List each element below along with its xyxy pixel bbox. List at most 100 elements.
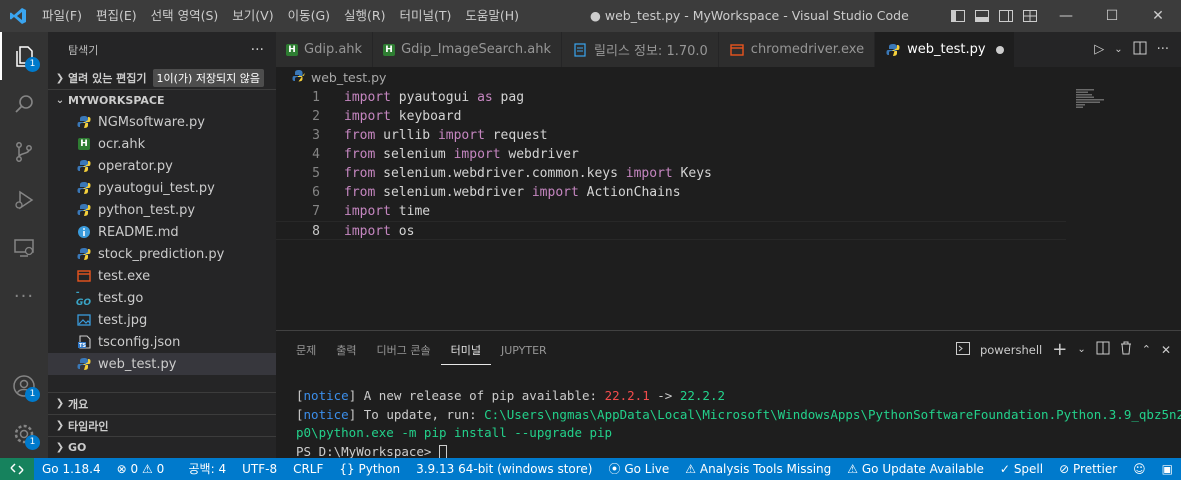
toggle-secondary-sidebar-icon[interactable] bbox=[998, 8, 1014, 24]
code-line[interactable]: 6 from selenium.webdriver import ActionCh… bbox=[276, 183, 1066, 202]
unsaved-dot-icon[interactable] bbox=[995, 45, 1004, 54]
code-keyword: import bbox=[453, 147, 501, 162]
code-line[interactable]: 4 from selenium import webdriver bbox=[276, 145, 1066, 164]
open-editors-section[interactable]: ❯ 열려 있는 편집기 1이(가) 저장되지 않음 bbox=[48, 67, 276, 89]
toggle-primary-sidebar-icon[interactable] bbox=[950, 8, 966, 24]
remote-indicator-icon[interactable] bbox=[0, 458, 34, 480]
section-timeline[interactable]: ❯ 타임라인 bbox=[48, 414, 276, 436]
code-keyword: import bbox=[344, 90, 391, 105]
panel-tab-terminal[interactable]: 터미널 bbox=[440, 337, 491, 365]
indentation[interactable]: 공백: 4 bbox=[181, 458, 235, 480]
code-keyword: import bbox=[437, 128, 485, 143]
file-item[interactable]: Hocr.ahk bbox=[48, 133, 276, 155]
remote-explorer-icon[interactable] bbox=[0, 224, 48, 272]
menu-file[interactable]: 파일(F) bbox=[35, 0, 89, 32]
run-python-file-icon[interactable]: ▷ bbox=[1094, 42, 1104, 57]
feedback-icon[interactable]: ☺ bbox=[1125, 458, 1154, 480]
python-interpreter[interactable]: 3.9.13 64-bit (windows store) bbox=[408, 458, 600, 480]
file-item[interactable]: NGMsoftware.py bbox=[48, 111, 276, 133]
file-item[interactable]: -GO test.go bbox=[48, 287, 276, 309]
tab-label: Gdip.ahk bbox=[304, 42, 363, 57]
code-line[interactable]: 8 import os bbox=[276, 221, 1066, 240]
customize-layout-icon[interactable] bbox=[1022, 8, 1038, 24]
close-icon[interactable]: ✕ bbox=[1135, 0, 1181, 32]
menu-view[interactable]: 보기(V) bbox=[225, 0, 280, 32]
terminal-shell-name[interactable]: powershell bbox=[980, 343, 1042, 357]
editor-more-icon[interactable]: ··· bbox=[1157, 42, 1169, 57]
maximize-panel-chevron-up-icon[interactable]: ⌃ bbox=[1142, 343, 1151, 356]
code-editor[interactable]: 1 import pyautogui as pag 2 import keyboard… bbox=[276, 87, 1181, 327]
line-number: 7 bbox=[312, 204, 320, 219]
file-item[interactable]: TS tsconfig.json bbox=[48, 331, 276, 353]
menu-run[interactable]: 실행(R) bbox=[337, 0, 392, 32]
go-live[interactable]: ⦿ Go Live bbox=[600, 458, 677, 480]
new-terminal-plus-icon[interactable]: + bbox=[1052, 339, 1067, 360]
split-terminal-icon[interactable] bbox=[1096, 341, 1110, 358]
code-line[interactable]: 1 import pyautogui as pag bbox=[276, 88, 1066, 107]
close-panel-icon[interactable]: ✕ bbox=[1161, 343, 1171, 357]
menu-go[interactable]: 이동(G) bbox=[281, 0, 337, 32]
code-line[interactable]: 7 import time bbox=[276, 202, 1066, 221]
panel-tab-output[interactable]: 출력 bbox=[326, 331, 366, 371]
spell-checker[interactable]: ✓ Spell bbox=[992, 458, 1051, 480]
code-line[interactable]: 2 import keyboard bbox=[276, 107, 1066, 126]
language-mode[interactable]: {} Python bbox=[331, 458, 408, 480]
file-item[interactable]: operator.py bbox=[48, 155, 276, 177]
tab-release-notes[interactable]: 릴리스 정보: 1.70.0 bbox=[562, 32, 719, 67]
go-version[interactable]: Go 1.18.4 bbox=[34, 458, 109, 480]
code-keyword: from bbox=[344, 185, 376, 200]
section-go[interactable]: ❯ GO bbox=[48, 436, 276, 458]
encoding[interactable]: UTF-8 bbox=[234, 458, 285, 480]
problems-indicator[interactable]: ⊗ 0 ⚠ 0 bbox=[109, 458, 173, 480]
more-icon[interactable]: ··· bbox=[0, 272, 48, 320]
split-editor-icon[interactable] bbox=[1133, 41, 1147, 59]
explorer-more-icon[interactable]: ··· bbox=[251, 42, 264, 58]
kill-terminal-trash-icon[interactable] bbox=[1120, 341, 1132, 358]
maximize-icon[interactable]: ☐ bbox=[1089, 0, 1135, 32]
go-update[interactable]: ⚠ Go Update Available bbox=[839, 458, 992, 480]
file-item[interactable]: test.exe bbox=[48, 265, 276, 287]
panel-tab-problems[interactable]: 문제 bbox=[286, 331, 326, 371]
panel-tab-debug-console[interactable]: 디버그 콘솔 bbox=[367, 331, 441, 371]
settings-gear-icon[interactable]: 1 bbox=[0, 410, 48, 458]
breadcrumb[interactable]: web_test.py bbox=[276, 67, 386, 87]
search-icon[interactable] bbox=[0, 80, 48, 128]
workspace-section[interactable]: ⌄ MYWORKSPACE bbox=[48, 89, 276, 111]
new-terminal-chevron-icon[interactable]: ⌄ bbox=[1077, 344, 1085, 355]
code-line[interactable]: 3 from urllib import request bbox=[276, 126, 1066, 145]
file-item[interactable]: test.jpg bbox=[48, 309, 276, 331]
source-control-icon[interactable] bbox=[0, 128, 48, 176]
account-icon[interactable]: 1 bbox=[0, 362, 48, 410]
breadcrumb-file[interactable]: web_test.py bbox=[311, 70, 386, 85]
menu-selection[interactable]: 선택 영역(S) bbox=[144, 0, 226, 32]
notifications-bell-icon[interactable]: ▣ bbox=[1154, 458, 1181, 480]
menu-terminal[interactable]: 터미널(T) bbox=[393, 0, 459, 32]
file-item[interactable]: README.md bbox=[48, 221, 276, 243]
tab-web-test-py[interactable]: web_test.py bbox=[875, 32, 1015, 67]
tab-chromedriver-exe[interactable]: chromedriver.exe bbox=[718, 32, 876, 67]
file-item[interactable]: stock_prediction.py bbox=[48, 243, 276, 265]
end-of-line[interactable]: CRLF bbox=[285, 458, 331, 480]
minimap[interactable] bbox=[1071, 87, 1171, 117]
code-line[interactable]: 5 from selenium.webdriver.common.keys imp… bbox=[276, 164, 1066, 183]
run-debug-icon[interactable] bbox=[0, 176, 48, 224]
toggle-panel-icon[interactable] bbox=[974, 8, 990, 24]
analysis-tools[interactable]: ⚠ Analysis Tools Missing bbox=[677, 458, 839, 480]
menu-help[interactable]: 도움말(H) bbox=[458, 0, 526, 32]
section-outline[interactable]: ❯ 개요 bbox=[48, 392, 276, 414]
file-item[interactable]: python_test.py bbox=[48, 199, 276, 221]
tab-gdip-imagesearch-ahk[interactable]: H Gdip_ImageSearch.ahk bbox=[373, 32, 562, 67]
panel-tab-jupyter[interactable]: JUPYTER bbox=[491, 331, 557, 371]
file-item[interactable]: web_test.py bbox=[48, 353, 276, 375]
spell-label: Spell bbox=[1013, 462, 1044, 476]
terminal-output[interactable]: [notice] A new release of pip available:… bbox=[296, 387, 1181, 461]
minimize-icon[interactable]: — bbox=[1043, 0, 1089, 32]
explorer-icon[interactable]: 1 bbox=[0, 32, 48, 80]
explorer-badge: 1 bbox=[25, 57, 40, 72]
prettier[interactable]: ⊘ Prettier bbox=[1051, 458, 1125, 480]
tab-gdip-ahk[interactable]: H Gdip.ahk bbox=[276, 32, 374, 67]
menu-edit[interactable]: 편집(E) bbox=[89, 0, 144, 32]
status-bar: Go 1.18.4 ⊗ 0 ⚠ 0 공백: 4 UTF-8 CRLF {} Py… bbox=[0, 458, 1181, 480]
file-item[interactable]: pyautogui_test.py bbox=[48, 177, 276, 199]
run-dropdown-chevron-icon[interactable]: ⌄ bbox=[1114, 44, 1122, 55]
